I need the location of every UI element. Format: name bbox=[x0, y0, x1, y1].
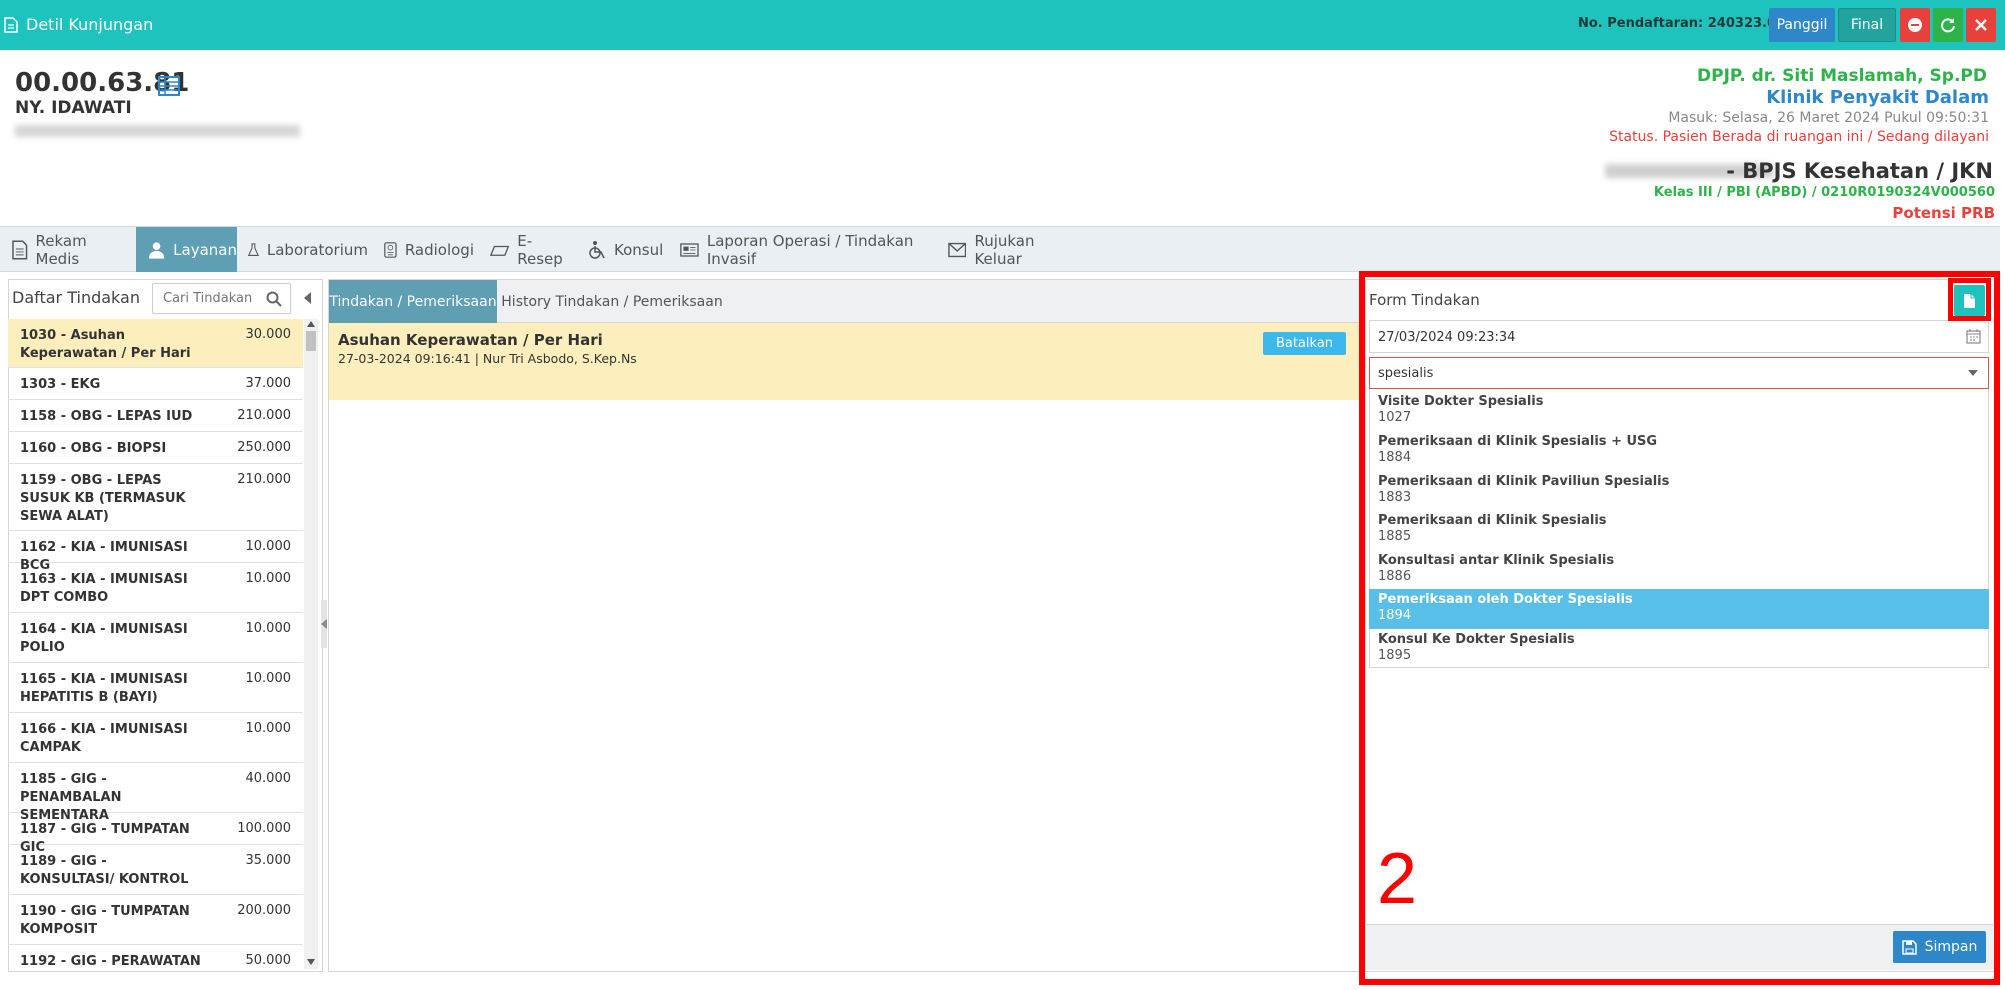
doctor-name: DPJP. dr. Siti Maslamah, Sp.PD bbox=[1697, 66, 1987, 86]
action-list: 1030 - Asuhan Keperawatan / Per Hari 30.0… bbox=[8, 319, 303, 969]
tab-laporan-operasi[interactable]: Laporan Operasi / Tindakan Invasif bbox=[680, 227, 930, 272]
list-item[interactable]: 1162 - KIA - IMUNISASI BCG 10.000 bbox=[8, 531, 303, 573]
doctor-icon bbox=[148, 241, 165, 259]
annotation-highlight-box bbox=[1359, 271, 2000, 985]
search-box bbox=[152, 283, 291, 314]
cancel-button[interactable]: Batalkan bbox=[1263, 332, 1346, 355]
collapse-left-icon[interactable] bbox=[304, 292, 312, 304]
list-item[interactable]: 1163 - KIA - IMUNISASI DPT COMBO 10.000 bbox=[8, 563, 303, 613]
document-icon bbox=[12, 240, 28, 259]
scroll-thumb[interactable] bbox=[306, 331, 316, 351]
call-button[interactable]: Panggil bbox=[1769, 8, 1835, 42]
list-item[interactable]: 1185 - GIG - PENAMBALAN SEMENTARA 40.000 bbox=[8, 763, 303, 823]
entry-time: Masuk: Selasa, 26 Maret 2024 Pukul 09:50… bbox=[1668, 110, 1989, 126]
tab-label: Rekam Medis bbox=[35, 231, 87, 268]
tab-label: Radiologi bbox=[404, 240, 474, 259]
list-item[interactable]: 1160 - OBG - BIOPSI 250.000 bbox=[8, 432, 303, 464]
document-icon bbox=[4, 16, 18, 33]
refresh-icon bbox=[1941, 18, 1955, 33]
list-item[interactable]: 1192 - GIG - PERAWATAN 50.000 bbox=[8, 945, 303, 969]
tab-e-resep[interactable]: E-Resep bbox=[490, 227, 570, 272]
list-item[interactable]: 1187 - GIG - TUMPATAN GIC 100.000 bbox=[8, 813, 303, 855]
panel-resize-handle[interactable] bbox=[321, 600, 327, 648]
newspaper-icon bbox=[680, 242, 699, 257]
close-icon bbox=[1975, 19, 1987, 31]
minus-circle-icon bbox=[1908, 18, 1922, 32]
window-title: Detil Kunjungan bbox=[4, 15, 153, 34]
action-list-title: Daftar Tindakan bbox=[12, 288, 140, 307]
list-item[interactable]: 1165 - KIA - IMUNISASI HEPATITIS B (BAYI… bbox=[8, 663, 303, 713]
close-button[interactable] bbox=[1966, 8, 1996, 42]
pen-icon bbox=[490, 245, 510, 256]
tab-layanan[interactable]: Layanan bbox=[136, 227, 237, 272]
main-tabs: Rekam Medis Layanan Laboratorium Radiolo… bbox=[0, 226, 2000, 272]
list-item[interactable]: 1190 - GIG - TUMPATAN KOMPOSIT 200.000 bbox=[8, 895, 303, 945]
treatment-entry-title: Asuhan Keperawatan / Per Hari bbox=[338, 331, 603, 349]
search-input[interactable] bbox=[153, 284, 263, 313]
wheelchair-icon bbox=[589, 240, 605, 259]
tab-label: Layanan bbox=[173, 240, 237, 259]
patient-name: NY. IDAWATI bbox=[15, 98, 132, 118]
tab-label: Laporan Operasi / Tindakan Invasif bbox=[706, 231, 914, 268]
patient-status: Status. Pasien Berada di ruangan ini / S… bbox=[1609, 129, 1989, 145]
search-icon[interactable] bbox=[266, 291, 282, 307]
list-item[interactable]: 1303 - EKG 37.000 bbox=[8, 368, 303, 400]
window-title-text: Detil Kunjungan bbox=[26, 15, 154, 34]
record-list-icon[interactable] bbox=[158, 76, 180, 96]
tab-laboratorium[interactable]: Laboratorium bbox=[248, 227, 368, 272]
treatment-entry-meta: 27-03-2024 09:16:41 | Nur Tri Asbodo, S.… bbox=[338, 351, 637, 366]
list-item[interactable]: 1158 - OBG - LEPAS IUD 210.000 bbox=[8, 400, 303, 432]
list-item[interactable]: 1164 - KIA - IMUNISASI POLIO 10.000 bbox=[8, 613, 303, 663]
treatment-entry: Asuhan Keperawatan / Per Hari 27-03-2024… bbox=[329, 323, 1359, 400]
tab-label: Konsul bbox=[614, 240, 664, 259]
tab-konsul[interactable]: Konsul bbox=[588, 227, 664, 272]
flask-icon bbox=[248, 242, 259, 256]
tab-label: E-Resep bbox=[517, 231, 563, 268]
annotation-button-box bbox=[1948, 278, 1991, 321]
tab-radiologi[interactable]: Radiologi bbox=[384, 227, 474, 272]
tab-rujukan-keluar[interactable]: Rujukan Keluar bbox=[948, 227, 1078, 272]
annotation-number: 2 bbox=[1377, 839, 1418, 919]
scroll-up-icon[interactable] bbox=[307, 321, 315, 327]
xray-icon bbox=[384, 241, 397, 258]
list-item[interactable]: 1189 - GIG - KONSULTASI/ KONTROL 35.000 bbox=[8, 845, 303, 895]
final-button[interactable]: Final bbox=[1838, 8, 1896, 42]
insurance-type: - BPJS Kesehatan / JKN bbox=[1726, 159, 1993, 183]
list-scrollbar[interactable] bbox=[304, 319, 318, 969]
title-bar: Detil Kunjungan No. Pendaftaran: 240323.… bbox=[0, 0, 2005, 50]
list-item[interactable]: 1030 - Asuhan Keperawatan / Per Hari 30.0… bbox=[8, 319, 303, 368]
tab-rekam-medis[interactable]: Rekam Medis bbox=[12, 227, 132, 272]
tab-tindakan[interactable]: Tindakan / Pemeriksaan bbox=[329, 280, 497, 323]
scroll-down-icon[interactable] bbox=[307, 959, 315, 965]
tab-label: Laboratorium bbox=[266, 240, 368, 259]
tab-label: Rujukan Keluar bbox=[974, 231, 1035, 268]
tab-history-tindakan[interactable]: History Tindakan / Pemeriksaan bbox=[497, 280, 727, 323]
clinic-name: Klinik Penyakit Dalam bbox=[1766, 87, 1989, 108]
list-item[interactable]: 1166 - KIA - IMUNISASI CAMPAK 10.000 bbox=[8, 713, 303, 763]
envelope-icon bbox=[948, 242, 967, 257]
redacted-patient-info bbox=[15, 125, 300, 137]
minus-button[interactable] bbox=[1900, 8, 1930, 42]
insurance-class: Kelas III / PBI (APBD) / 0210R0190324V00… bbox=[1653, 185, 1995, 200]
list-item[interactable]: 1159 - OBG - LEPAS SUSUK KB (TERMASUK SE… bbox=[8, 464, 303, 531]
refresh-button[interactable] bbox=[1933, 8, 1963, 42]
collapse-arrow-icon bbox=[321, 619, 327, 629]
potensi-prb: Potensi PRB bbox=[1892, 204, 1995, 222]
